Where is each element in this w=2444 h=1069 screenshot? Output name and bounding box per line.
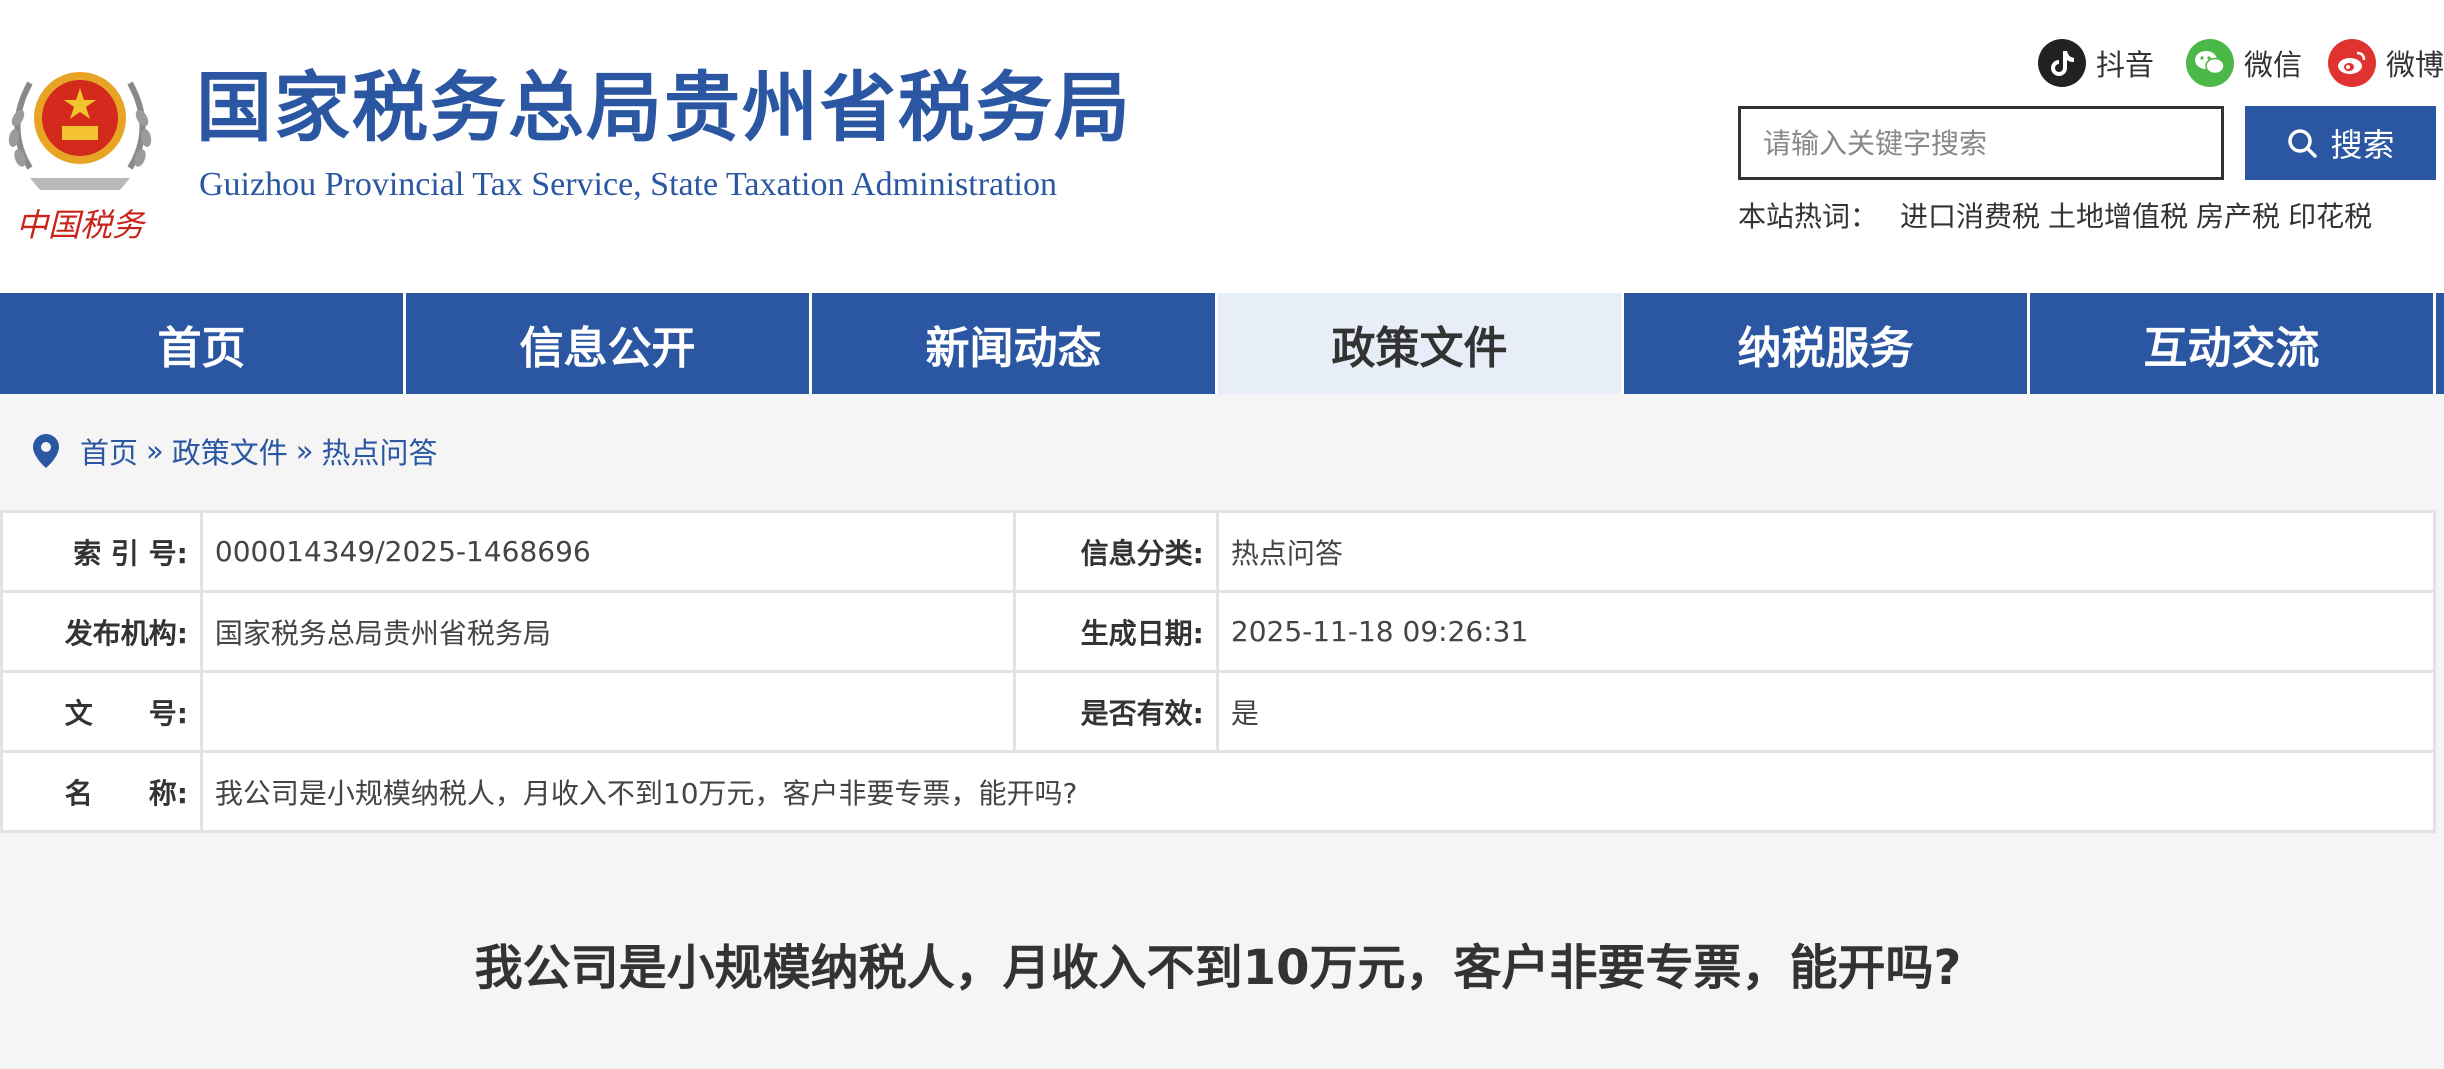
social-wechat-link[interactable]: 微信 bbox=[2186, 38, 2302, 88]
category-value: 热点问答 bbox=[1215, 510, 2437, 593]
site-title: 国家税务总局贵州省税务局 bbox=[196, 63, 1132, 152]
svg-text:中国税务: 中国税务 bbox=[16, 206, 147, 244]
index-number-label: 索 引 号: bbox=[0, 510, 203, 593]
nav-item-tax-service[interactable]: 纳税服务 bbox=[1624, 293, 2030, 394]
social-weibo-link[interactable]: 微博 bbox=[2328, 38, 2444, 88]
nav-item-home[interactable]: 首页 bbox=[0, 293, 406, 394]
breadcrumb-separator: » bbox=[295, 434, 314, 468]
search-button-label: 搜索 bbox=[2330, 126, 2395, 164]
search-button[interactable]: 搜索 bbox=[2245, 106, 2436, 180]
hot-word-link[interactable]: 土地增值税 bbox=[2048, 195, 2188, 235]
weibo-icon bbox=[2328, 39, 2376, 87]
name-value: 我公司是小规模纳税人，月收入不到10万元，客户非要专票，能开吗? bbox=[199, 750, 2437, 833]
search-icon bbox=[2288, 129, 2318, 158]
hot-words-label: 本站热词： bbox=[1738, 200, 1879, 233]
validity-value: 是 bbox=[1215, 670, 2437, 753]
site-title-english: Guizhou Provincial Tax Service, State Ta… bbox=[199, 166, 1058, 203]
nav-item-policy[interactable]: 政策文件 bbox=[1218, 293, 1624, 394]
wechat-icon bbox=[2186, 39, 2234, 87]
validity-label: 是否有效: bbox=[1013, 670, 1219, 753]
hot-words: 本站热词： 进口消费税 土地增值税 房产税 印花税 bbox=[1738, 195, 2372, 235]
hot-word-link[interactable]: 房产税 bbox=[2196, 195, 2280, 235]
table-row: 索 引 号: 000014349/2025-1468696 信息分类: 热点问答 bbox=[0, 510, 2437, 593]
hot-word-link[interactable]: 进口消费税 bbox=[1900, 195, 2040, 235]
location-pin-icon bbox=[33, 434, 59, 468]
search-input[interactable] bbox=[1738, 106, 2224, 180]
table-row: 发布机构: 国家税务总局贵州省税务局 生成日期: 2025-11-18 09:2… bbox=[0, 590, 2437, 673]
hot-word-link[interactable]: 印花税 bbox=[2288, 195, 2372, 235]
social-douyin-link[interactable]: 抖音 bbox=[2038, 38, 2154, 88]
douyin-icon bbox=[2038, 39, 2086, 87]
breadcrumb-separator: » bbox=[146, 434, 164, 468]
breadcrumb-home[interactable]: 首页 bbox=[80, 430, 138, 472]
date-label: 生成日期: bbox=[1013, 590, 1219, 673]
national-emblem-logo[interactable]: 中国税务 bbox=[0, 38, 160, 248]
publisher-value: 国家税务总局贵州省税务局 bbox=[199, 590, 1017, 673]
table-row: 名 称: 我公司是小规模纳税人，月收入不到10万元，客户非要专票，能开吗? bbox=[0, 750, 2437, 833]
social-wechat-label: 微信 bbox=[2244, 48, 2303, 82]
breadcrumb: 首页 » 政策文件 » 热点问答 bbox=[32, 430, 438, 472]
name-label: 名 称: bbox=[0, 750, 203, 833]
document-number-value bbox=[199, 670, 1017, 753]
date-value: 2025-11-18 09:26:31 bbox=[1215, 590, 2437, 673]
main-nav: 首页 信息公开 新闻动态 政策文件 纳税服务 互动交流 bbox=[0, 293, 2444, 394]
article-title: 我公司是小规模纳税人，月收入不到10万元，客户非要专票，能开吗? bbox=[474, 940, 1962, 996]
table-row: 文 号: 是否有效: 是 bbox=[0, 670, 2437, 753]
nav-item-interaction[interactable]: 互动交流 bbox=[2030, 293, 2436, 394]
document-info-table: 索 引 号: 000014349/2025-1468696 信息分类: 热点问答… bbox=[0, 510, 2437, 833]
document-number-label: 文 号: bbox=[0, 670, 203, 753]
nav-item-info-disclosure[interactable]: 信息公开 bbox=[406, 293, 812, 394]
social-weibo-label: 微博 bbox=[2386, 48, 2444, 82]
breadcrumb-policy[interactable]: 政策文件 bbox=[172, 430, 288, 472]
social-douyin-label: 抖音 bbox=[2096, 48, 2155, 82]
site-header: 中国税务 国家税务总局贵州省税务局 Guizhou Provincial Tax… bbox=[0, 0, 2444, 293]
publisher-label: 发布机构: bbox=[0, 590, 203, 673]
index-number-value: 000014349/2025-1468696 bbox=[199, 510, 1017, 593]
category-label: 信息分类: bbox=[1013, 510, 1219, 593]
nav-item-news[interactable]: 新闻动态 bbox=[812, 293, 1218, 394]
breadcrumb-hot-qa[interactable]: 热点问答 bbox=[322, 430, 438, 472]
